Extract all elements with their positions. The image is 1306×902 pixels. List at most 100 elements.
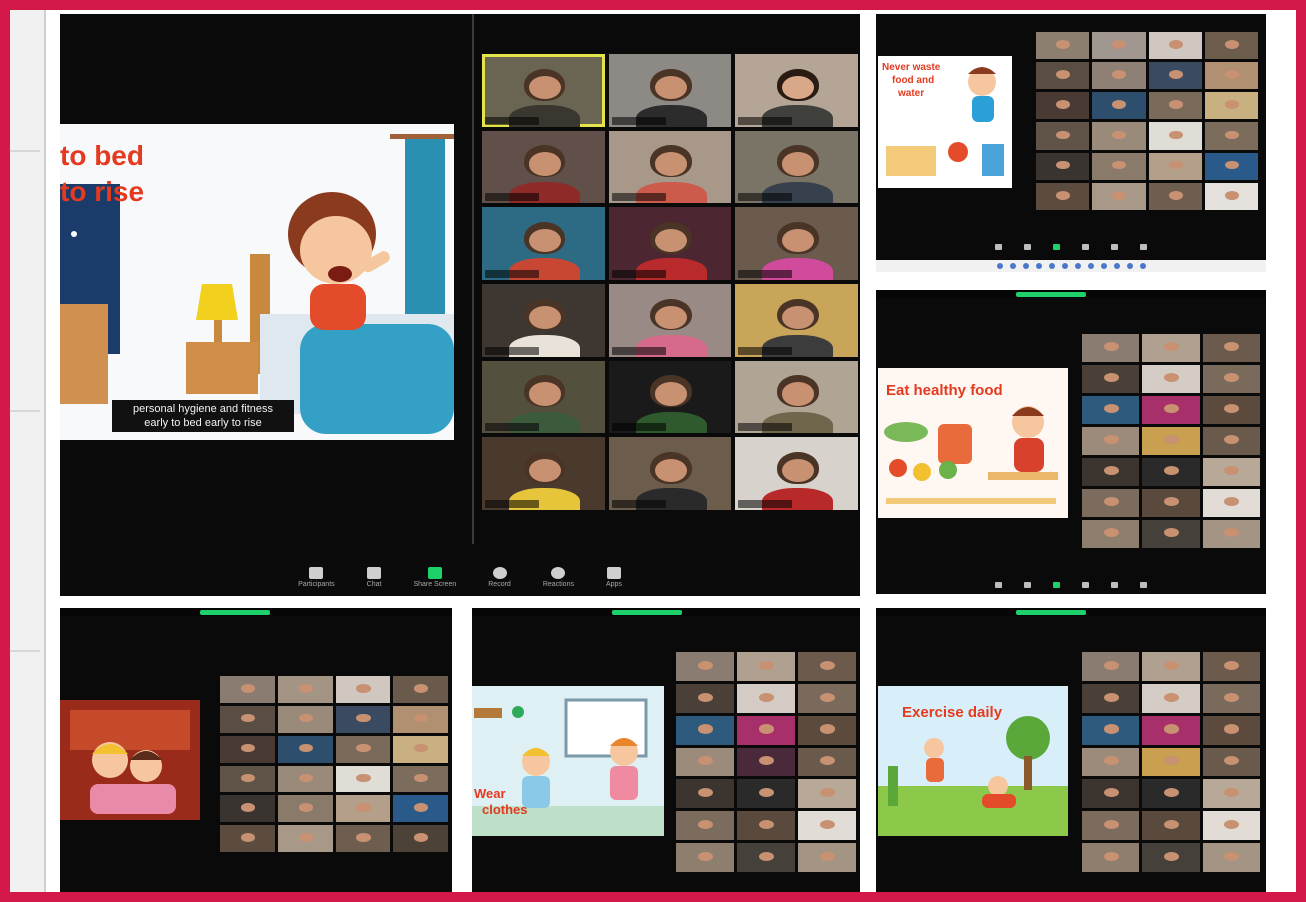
participant-tile[interactable]: [737, 811, 795, 841]
participant-tile[interactable]: [1202, 365, 1260, 393]
participant-tile[interactable]: [1148, 62, 1202, 90]
participant-tile[interactable]: [220, 705, 275, 733]
participant-tile[interactable]: [676, 683, 734, 713]
participant-tile[interactable]: [676, 779, 734, 809]
participant-tile[interactable]: [1142, 747, 1200, 777]
participants-icon[interactable]: [995, 582, 1002, 588]
participant-tile[interactable]: [737, 843, 795, 872]
participant-tile[interactable]: [220, 795, 275, 823]
participant-tile[interactable]: [1202, 458, 1260, 486]
taskbar-app-icon[interactable]: [1126, 263, 1133, 269]
taskbar-app-icon[interactable]: [996, 263, 1003, 269]
participant-tile[interactable]: [1204, 32, 1258, 60]
participant-tile[interactable]: [798, 779, 856, 809]
participant-tile[interactable]: [1148, 122, 1202, 150]
participant-tile[interactable]: [1082, 715, 1140, 745]
participant-tile[interactable]: [482, 130, 605, 204]
participant-tile[interactable]: [798, 843, 856, 872]
participant-tile[interactable]: [608, 283, 732, 357]
participant-tile[interactable]: [1142, 779, 1200, 809]
participant-tile[interactable]: [482, 207, 605, 280]
participant-tile[interactable]: [1202, 779, 1260, 809]
participant-tile[interactable]: [608, 207, 732, 280]
participant-tile[interactable]: [737, 779, 795, 809]
participant-tile[interactable]: [1202, 811, 1260, 841]
participant-tile[interactable]: [393, 735, 448, 763]
participant-tile[interactable]: [1082, 683, 1140, 713]
participant-tile[interactable]: [1092, 32, 1146, 60]
participant-tile[interactable]: [1142, 520, 1200, 548]
participant-tile[interactable]: [335, 765, 391, 793]
participant-tile[interactable]: [676, 715, 734, 745]
apps-icon[interactable]: [1140, 582, 1147, 588]
participant-tile[interactable]: [1142, 843, 1200, 872]
participants-icon[interactable]: [995, 244, 1002, 250]
participant-tile[interactable]: [798, 652, 856, 681]
participant-tile[interactable]: [1092, 122, 1146, 150]
participant-tile[interactable]: [1204, 92, 1258, 120]
participant-tile[interactable]: [220, 765, 275, 793]
participant-tile[interactable]: [676, 747, 734, 777]
participant-tile[interactable]: [737, 652, 795, 681]
participant-tile[interactable]: [335, 795, 391, 823]
participant-tile[interactable]: [220, 825, 275, 852]
reactions-icon[interactable]: [1111, 582, 1118, 588]
participant-tile[interactable]: [482, 437, 605, 510]
participant-tile[interactable]: [608, 360, 732, 434]
participant-tile[interactable]: [1092, 92, 1146, 120]
record-icon[interactable]: [1082, 582, 1089, 588]
taskbar-app-icon[interactable]: [1100, 263, 1107, 269]
participant-tile[interactable]: [1202, 427, 1260, 455]
participant-tile[interactable]: [735, 54, 858, 127]
participant-tile[interactable]: [737, 747, 795, 777]
participant-tile[interactable]: [393, 825, 448, 852]
participant-tile[interactable]: [1142, 489, 1200, 517]
participant-tile[interactable]: [1036, 92, 1090, 120]
participant-tile[interactable]: [335, 676, 391, 703]
participant-tile[interactable]: [277, 735, 333, 763]
participant-tile[interactable]: [335, 705, 391, 733]
participant-tile[interactable]: [1142, 427, 1200, 455]
participant-tile[interactable]: [1142, 715, 1200, 745]
participant-tile[interactable]: [1036, 62, 1090, 90]
participant-tile[interactable]: [1036, 122, 1090, 150]
participant-tile[interactable]: [1082, 747, 1140, 777]
participant-tile[interactable]: [1202, 396, 1260, 424]
participant-tile[interactable]: [1082, 652, 1140, 681]
taskbar-app-icon[interactable]: [1048, 263, 1055, 269]
participant-tile[interactable]: [277, 705, 333, 733]
participant-tile[interactable]: [1036, 152, 1090, 180]
participant-tile[interactable]: [1204, 62, 1258, 90]
participant-tile[interactable]: [1148, 152, 1202, 180]
participant-tile[interactable]: [1202, 683, 1260, 713]
chat-button[interactable]: Chat: [367, 566, 381, 588]
participant-tile[interactable]: [393, 765, 448, 793]
chat-icon[interactable]: [1024, 244, 1031, 250]
taskbar-app-icon[interactable]: [1009, 263, 1016, 269]
participant-tile[interactable]: [1202, 652, 1260, 681]
participant-tile[interactable]: [1204, 182, 1258, 210]
participant-tile[interactable]: [220, 735, 275, 763]
participant-tile[interactable]: [277, 765, 333, 793]
participant-tile[interactable]: [1142, 334, 1200, 362]
participant-tile[interactable]: [1036, 32, 1090, 60]
reactions-button[interactable]: Reactions: [543, 566, 574, 588]
participant-tile[interactable]: [1148, 32, 1202, 60]
participant-tile[interactable]: [1202, 520, 1260, 548]
participant-tile[interactable]: [482, 54, 605, 127]
participant-tile[interactable]: [1142, 811, 1200, 841]
participant-tile[interactable]: [676, 811, 734, 841]
participant-tile[interactable]: [335, 735, 391, 763]
participant-tile[interactable]: [1092, 182, 1146, 210]
participant-tile[interactable]: [1202, 489, 1260, 517]
participant-tile[interactable]: [1142, 458, 1200, 486]
taskbar-app-icon[interactable]: [1022, 263, 1029, 269]
participant-tile[interactable]: [482, 360, 605, 434]
participant-tile[interactable]: [1082, 365, 1140, 393]
participant-tile[interactable]: [798, 747, 856, 777]
participant-tile[interactable]: [798, 715, 856, 745]
participant-tile[interactable]: [1082, 843, 1140, 872]
participant-tile[interactable]: [735, 283, 858, 357]
taskbar-app-icon[interactable]: [1074, 263, 1081, 269]
taskbar-app-icon[interactable]: [1061, 263, 1068, 269]
